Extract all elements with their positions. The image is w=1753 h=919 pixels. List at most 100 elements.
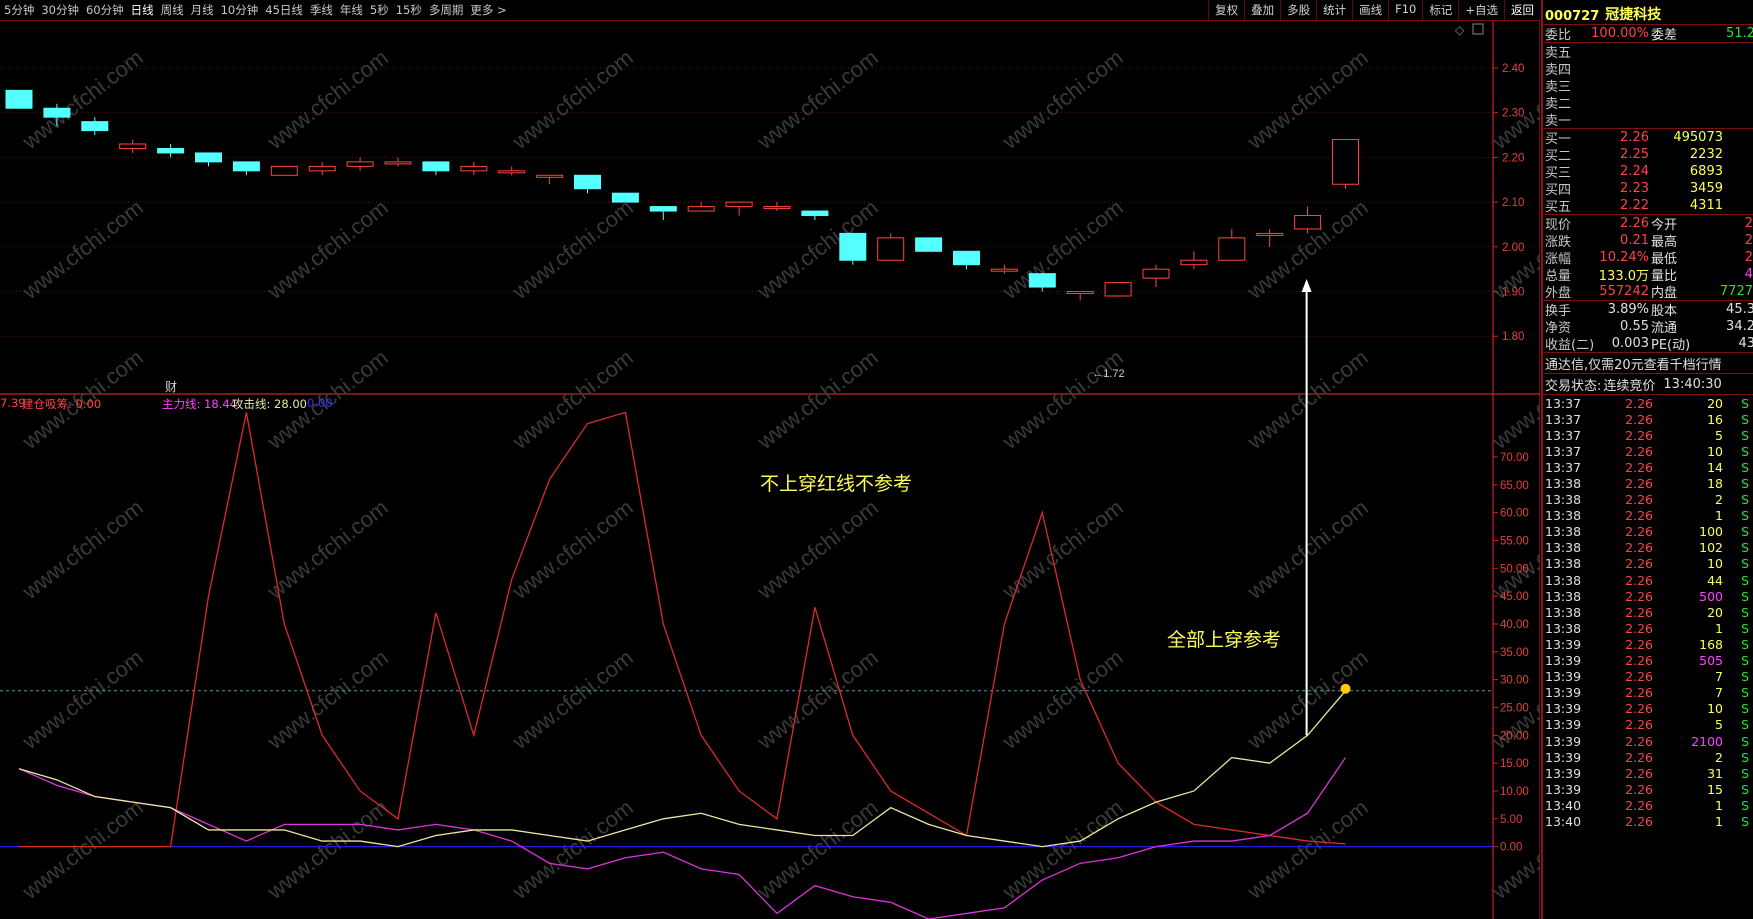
- tick-volume: 1: [1715, 797, 1723, 813]
- tool-button-0[interactable]: 复权: [1208, 0, 1244, 20]
- tab-period-12[interactable]: 多周期: [425, 2, 467, 18]
- tick-time: 13:38: [1545, 540, 1582, 556]
- tool-button-5[interactable]: F10: [1388, 0, 1422, 20]
- tick-price: 2.26: [1625, 395, 1653, 411]
- tick-price: 2.26: [1625, 701, 1653, 717]
- tick-volume: 2: [1715, 492, 1723, 508]
- indicator-tick-label: 15.00: [1500, 758, 1529, 770]
- tick-row: 13:37 2.26 5 S: [1543, 427, 1753, 443]
- tick-side: S: [1741, 620, 1749, 636]
- tick-time: 13:39: [1545, 636, 1582, 652]
- watermark-text: www.cfchi.com: [262, 495, 393, 605]
- tick-side: S: [1741, 459, 1749, 475]
- indicator-tick-label: 40.00: [1500, 619, 1529, 631]
- tick-price: 2.26: [1625, 749, 1653, 765]
- tool-button-2[interactable]: 多股: [1280, 0, 1316, 20]
- buy-row-3[interactable]: 买四 2.23 3459: [1543, 180, 1753, 198]
- tool-button-4[interactable]: 画线: [1352, 0, 1388, 20]
- stat-row-3: 总量 133.0万 量比 4: [1543, 266, 1753, 284]
- tick-price: 2.26: [1625, 669, 1653, 685]
- tab-period-9[interactable]: 年线: [336, 2, 366, 18]
- tick-row: 13:38 2.26 44 S: [1543, 572, 1753, 588]
- zhuli-line: [18, 757, 1347, 919]
- tick-volume: 15: [1707, 781, 1723, 797]
- stat-value: 45.3: [1726, 302, 1753, 317]
- watermark-text: www.cfchi.com: [752, 645, 883, 755]
- weibi-row: 委比 100.00% 委差 51.2: [1543, 25, 1753, 43]
- watermark-text: www.cfchi.com: [507, 495, 638, 605]
- candle-body: [1104, 282, 1132, 297]
- indicator-tick-label: 45.00: [1500, 591, 1529, 603]
- promo-banner[interactable]: 通达信,仅需20元查看千档行情: [1543, 353, 1753, 374]
- buy-row-0[interactable]: 买一 2.26 495073: [1543, 129, 1753, 147]
- tab-period-10[interactable]: 5秒: [366, 2, 392, 18]
- tick-side: S: [1741, 685, 1749, 701]
- tick-time: 13:38: [1545, 524, 1582, 540]
- stat-value: 43: [1738, 336, 1753, 351]
- tick-volume: 20: [1707, 604, 1723, 620]
- stat-row-4: 外盘 557242 内盘 7727: [1543, 283, 1753, 301]
- tab-period-11[interactable]: 15秒: [392, 2, 425, 18]
- tool-button-1[interactable]: 叠加: [1244, 0, 1280, 20]
- indicator-tick-label: 55.00: [1500, 535, 1529, 547]
- tick-side: S: [1741, 588, 1749, 604]
- buy-volume: 4311: [1689, 198, 1723, 213]
- buy-row-2[interactable]: 买三 2.24 6893: [1543, 163, 1753, 181]
- buy-row-1[interactable]: 买二 2.25 2232: [1543, 146, 1753, 164]
- candle-body: [915, 237, 943, 252]
- tick-side: S: [1741, 781, 1749, 797]
- tick-row: 13:40 2.26 1 S: [1543, 813, 1753, 829]
- tool-button-3[interactable]: 统计: [1316, 0, 1352, 20]
- tick-volume: 16: [1707, 411, 1723, 427]
- panel-toggle-icon: [1472, 23, 1484, 35]
- tab-period-7[interactable]: 45日线: [261, 2, 306, 18]
- watermark-text: www.cfchi.com: [1242, 45, 1373, 155]
- sell-row-0: 卖五: [1543, 43, 1753, 61]
- tab-period-0[interactable]: 5分钟: [0, 2, 37, 18]
- tab-period-2[interactable]: 60分钟: [82, 2, 127, 18]
- buy-row-4[interactable]: 买五 2.22 4311: [1543, 197, 1753, 215]
- tab-period-3[interactable]: 日线: [127, 2, 157, 18]
- buy-orders: 买一 2.26 495073 买二 2.25 2232 买三 2.24 6893 买四 2.23 34…: [1543, 129, 1753, 215]
- finance-marker: 财: [165, 380, 177, 394]
- kline-chart-area[interactable]: www.cfchi.com www.cfchi.com www.cfchi.com w…: [0, 0, 1540, 919]
- tick-time: 13:40: [1545, 813, 1582, 829]
- gongji-line: [18, 690, 1346, 848]
- tick-volume: 10: [1707, 556, 1723, 572]
- tick-volume: 10: [1707, 443, 1723, 459]
- tick-price: 2.26: [1625, 797, 1653, 813]
- tab-period-5[interactable]: 月线: [187, 2, 217, 18]
- tick-volume: 500: [1699, 588, 1723, 604]
- tick-volume: 7: [1715, 669, 1723, 685]
- tab-period-6[interactable]: 10分钟: [217, 2, 262, 18]
- stat-value: 0.55: [1620, 319, 1649, 334]
- tab-period-8[interactable]: 季线: [306, 2, 336, 18]
- tick-side: S: [1741, 443, 1749, 459]
- tick-time: 13:39: [1545, 669, 1582, 685]
- candle-body: [877, 237, 905, 261]
- tick-volume: 5: [1715, 427, 1723, 443]
- tool-button-7[interactable]: +自选: [1458, 0, 1504, 20]
- price-tick-label: 2.10: [1502, 197, 1524, 209]
- buy-price: 2.23: [1620, 181, 1649, 196]
- tab-period-4[interactable]: 周线: [157, 2, 187, 18]
- quote-panel: 000727 冠捷科技 委比 100.00% 委差 51.2 卖五 卖四 卖三 卖二卖…: [1541, 0, 1753, 919]
- tick-row: 13:38 2.26 20 S: [1543, 604, 1753, 620]
- tick-list[interactable]: 13:37 2.26 20 S 13:37 2.26 16 S 13:37 2.26 5 S 13:37…: [1543, 395, 1753, 830]
- indicator-tick-label: 50.00: [1500, 563, 1529, 575]
- tab-period-13[interactable]: 更多 >: [466, 2, 509, 18]
- candle-body: [195, 152, 222, 163]
- tab-period-1[interactable]: 30分钟: [37, 2, 82, 18]
- tool-button-6[interactable]: 标记: [1422, 0, 1458, 20]
- tick-price: 2.26: [1625, 411, 1653, 427]
- stat-value: 557242: [1599, 284, 1649, 299]
- buy-price: 2.22: [1620, 198, 1649, 213]
- candle-body: [1218, 237, 1246, 261]
- tick-side: S: [1741, 717, 1749, 733]
- tool-button-8[interactable]: 返回: [1504, 0, 1540, 20]
- stat-value: 4: [1744, 267, 1753, 282]
- tick-price: 2.26: [1625, 781, 1653, 797]
- stat-value: 34.2: [1726, 319, 1753, 334]
- tick-volume: 31: [1707, 765, 1723, 781]
- price-tick-label: 1.90: [1502, 287, 1524, 299]
